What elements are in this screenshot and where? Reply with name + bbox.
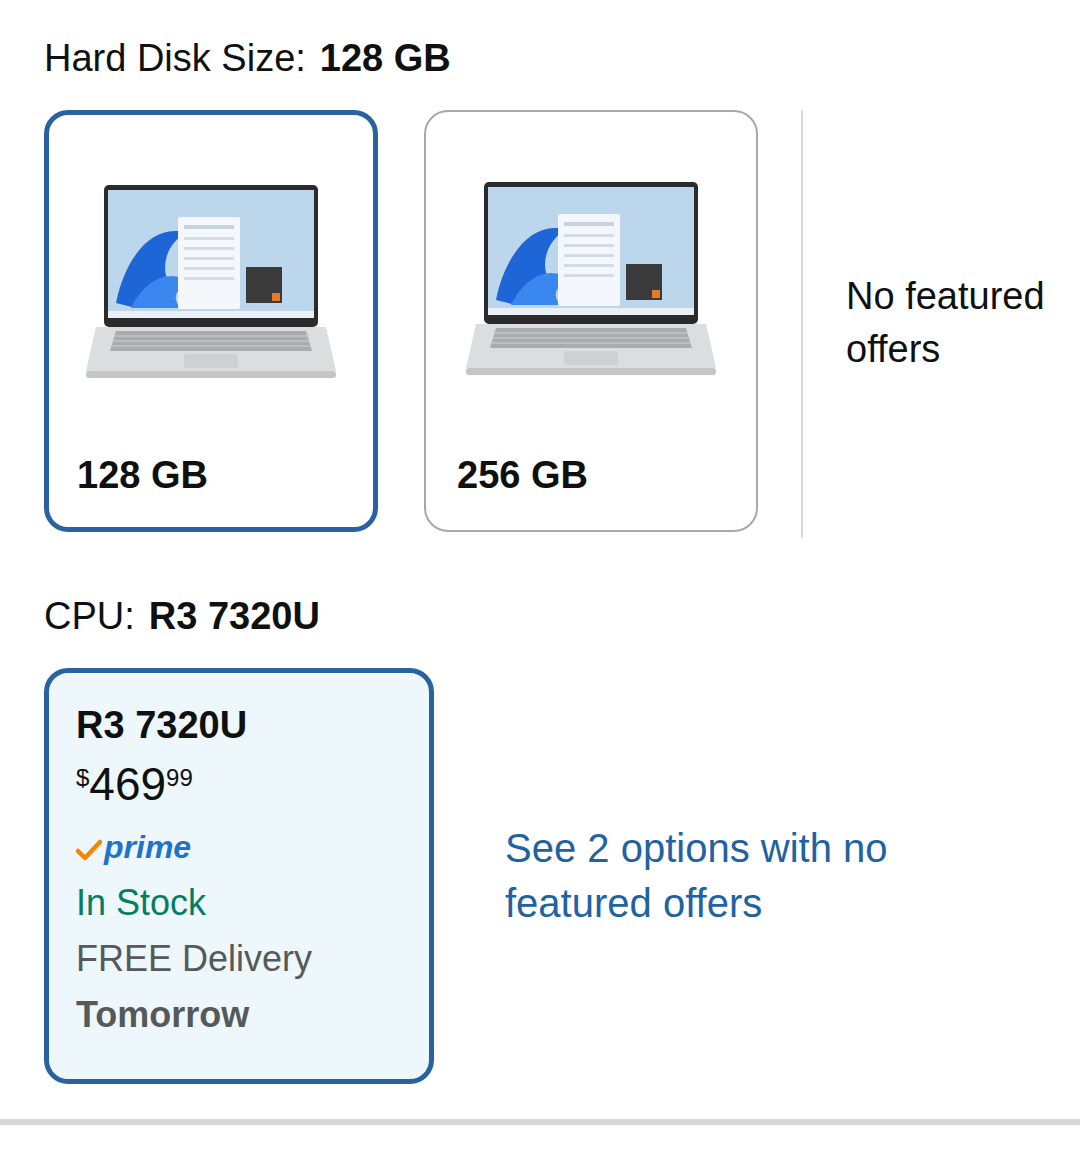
price-fraction: 99 xyxy=(166,766,193,790)
price-whole: 469 xyxy=(89,761,166,807)
delivery: FREE Delivery xyxy=(76,931,412,987)
laptop-image-icon xyxy=(49,115,373,383)
more-options-link[interactable]: See 2 options with no featured offers xyxy=(505,821,925,931)
cpu-label: CPU: xyxy=(44,593,135,639)
cpu-option[interactable]: R3 7320U $46999 primeIn StockFREE Delivery… xyxy=(44,668,434,1084)
prime-badge: prime xyxy=(76,823,412,871)
cpu-options: R3 7320U $46999 primeIn StockFREE Delivery… xyxy=(44,668,1080,1084)
price-symbol: $ xyxy=(76,766,89,790)
availability: In Stock xyxy=(76,875,412,931)
prime-check-icon xyxy=(76,823,102,871)
price: $46999 xyxy=(76,761,412,807)
divider xyxy=(801,110,803,538)
hard-disk-value: 128 GB xyxy=(320,35,451,81)
cpu-option-title: R3 7320U xyxy=(76,701,412,749)
delivery-date: Tomorrow xyxy=(76,987,412,1043)
hard-disk-option-label: 256 GB xyxy=(426,452,756,530)
page-content: Hard Disk Size: 128 GB 128 GB 256 GB No feat… xyxy=(0,0,1080,1084)
laptop-image-icon xyxy=(426,112,756,380)
hard-disk-option[interactable]: 128 GB xyxy=(44,110,378,532)
prime-text: prime xyxy=(104,823,191,871)
hard-disk-heading: Hard Disk Size: 128 GB xyxy=(44,35,1080,81)
section-divider xyxy=(0,1119,1080,1125)
hard-disk-label: Hard Disk Size: xyxy=(44,35,306,81)
hard-disk-options: 128 GB 256 GB No featured offers xyxy=(44,110,1080,538)
cpu-value: R3 7320U xyxy=(149,593,320,639)
hard-disk-option[interactable]: 256 GB xyxy=(424,110,758,532)
cpu-heading: CPU: R3 7320U xyxy=(44,593,1080,639)
hard-disk-option-label: 128 GB xyxy=(49,452,373,527)
no-featured-offers: No featured offers xyxy=(846,110,1080,376)
